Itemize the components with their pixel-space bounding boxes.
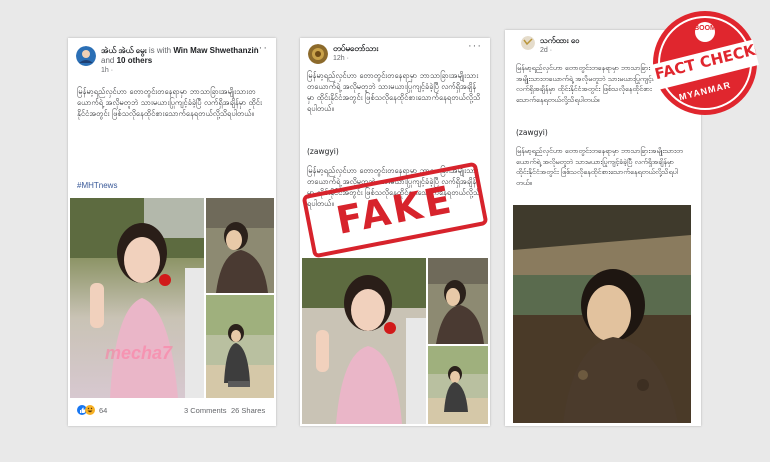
- zawgyi-label: (zawgyi): [307, 147, 339, 156]
- reactions-summary[interactable]: 64: [77, 405, 107, 415]
- author-name[interactable]: သက်ထား ဝေ: [540, 36, 580, 46]
- author-avatar[interactable]: [521, 36, 535, 50]
- photo-crouching-woman[interactable]: [428, 346, 488, 424]
- author-avatar[interactable]: [76, 46, 96, 66]
- more-options-icon[interactable]: ···: [468, 40, 482, 52]
- hashtag-link[interactable]: #MHTnews: [77, 181, 117, 190]
- post-body: မြန်မာ့ရည်လှင်ဟာ တောတွင်းတနေရာမှာ ဘာသာခြ…: [77, 87, 262, 118]
- main-photo[interactable]: [302, 258, 426, 424]
- facebook-post-1: အဲယ် အဲယ် မွေး is with Win Maw Shwethanz…: [68, 38, 276, 426]
- others-link[interactable]: 10 others: [117, 56, 153, 65]
- author-name[interactable]: တပ်မတော်သား: [333, 44, 378, 54]
- zawgyi-label: (zawgyi): [516, 128, 548, 137]
- more-options-icon[interactable]: ···: [254, 42, 268, 54]
- post-author-line: အဲယ် အဲယ် မွေး is with Win Maw Shwethanz…: [101, 46, 261, 66]
- tagged-name[interactable]: Win Maw Shwethanzin: [173, 46, 258, 55]
- with-text: is with: [148, 46, 172, 55]
- post-body-unicode: မြန်မာ့ရည်လှင်ဟာ တောတွင်းတနေရာမှာ ဘာသာခြ…: [307, 71, 481, 113]
- main-photo[interactable]: [513, 205, 691, 423]
- boom-fact-check-badge: BOOM FACT CHECK MYANMAR: [649, 8, 760, 118]
- author-name[interactable]: အဲယ် အဲယ် မွေး: [101, 46, 147, 55]
- comments-count[interactable]: 3 Comments: [184, 406, 227, 415]
- author-avatar[interactable]: [308, 44, 328, 64]
- and-text: and: [101, 56, 115, 65]
- haha-icon: [85, 405, 95, 415]
- badge-top-text: BOOM: [694, 25, 716, 32]
- post-body-zawgyi: မြန်မာ့ရည်လှင်ဟာ တောတွင်းတနေရာမှာ ဘာသာခြ…: [516, 147, 683, 187]
- post-time[interactable]: 12h ·: [333, 54, 378, 63]
- photo-sitting-woman[interactable]: [428, 258, 488, 344]
- photo-watermark: mecha7: [105, 343, 173, 363]
- post-time[interactable]: 2d ·: [540, 46, 580, 55]
- photo-sitting-woman[interactable]: [206, 198, 274, 293]
- fake-stamp-text: FAKE: [332, 177, 458, 243]
- post-time[interactable]: 1h ·: [101, 66, 261, 75]
- main-photo[interactable]: mecha7: [70, 198, 204, 398]
- shares-count[interactable]: 26 Shares: [231, 406, 265, 415]
- reaction-count: 64: [99, 405, 108, 415]
- photo-crouching-woman[interactable]: [206, 295, 274, 398]
- post-body-unicode: မြန်မာ့ရည်လှင်ဟာ တောတွင်းတနေရာမှာ ဘာသာခြ…: [516, 64, 665, 104]
